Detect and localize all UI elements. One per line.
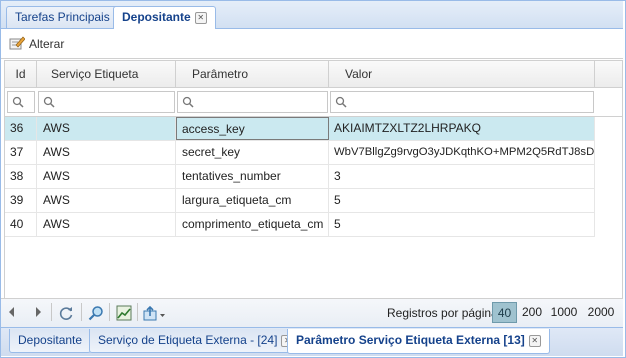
cell-parametro[interactable]: access_key [176, 117, 329, 140]
separator [109, 303, 110, 321]
tab-depositante[interactable]: Depositante ✕ [113, 6, 216, 29]
edit-button[interactable]: Alterar [9, 34, 64, 54]
tab-servico-etiqueta-externa[interactable]: Serviço de Etiqueta Externa - [24]✕ [89, 329, 303, 353]
cell-parametro: tentatives_number [176, 165, 329, 188]
edit-icon [9, 36, 25, 50]
column-header-label: Id [15, 67, 26, 81]
grid-header: Id Serviço Etiqueta Externa Parâmetro Va… [5, 61, 622, 107]
cell-servico: AWS [37, 117, 176, 140]
tab-parametro-servico-etiqueta-externa[interactable]: Parâmetro Serviço Etiqueta Externa [13] ✕ [287, 329, 550, 354]
page-size-option-2000[interactable]: 2000 [585, 302, 617, 323]
search-icon [335, 96, 347, 111]
cell-id: 36 [5, 117, 37, 140]
top-tab-bar: Tarefas Principais Depositante ✕ [1, 1, 623, 29]
column-header-label: Parâmetro [192, 67, 249, 81]
cell-id: 40 [5, 213, 37, 236]
table-row[interactable]: 36 AWS access_key AKIAIMTZXLTZ2LHRPAKQ [5, 117, 595, 141]
separator [137, 303, 138, 321]
next-page-icon[interactable] [33, 305, 43, 322]
cell-id: 37 [5, 141, 37, 164]
refresh-icon[interactable] [58, 305, 74, 324]
bottom-tab-bar: Depositante Serviço de Etiqueta Externa … [1, 327, 623, 356]
tab-label: Depositante [18, 333, 83, 347]
search-icon [182, 96, 194, 111]
column-header-servico[interactable]: Serviço Etiqueta Externa [37, 61, 176, 107]
table-row[interactable]: 38 AWS tentatives_number 3 [5, 165, 595, 189]
export-icon[interactable] [143, 305, 167, 324]
table-row[interactable]: 37 AWS secret_key WbV7BllgZg9rvgO3yJDKqt… [5, 141, 595, 165]
cell-valor: WbV7BllgZg9rvgO3yJDKqthKO+MPM2Q5RdTJ8sDl [329, 141, 595, 164]
cell-valor: 5 [329, 213, 595, 236]
filter-valor-input[interactable] [330, 91, 594, 113]
cell-servico: AWS [37, 189, 176, 212]
filter-row [5, 88, 622, 117]
cell-id: 39 [5, 189, 37, 212]
table-row[interactable]: 40 AWS comprimento_etiqueta_cm 5 [5, 213, 595, 237]
filter-parametro-input[interactable] [177, 91, 328, 113]
cell-valor: 5 [329, 189, 595, 212]
edit-button-label: Alterar [29, 37, 65, 51]
column-header-parametro[interactable]: Parâmetro [176, 61, 329, 87]
tab-label: Tarefas Principais [15, 10, 110, 24]
column-header-valor[interactable]: Valor [329, 61, 595, 87]
tab-label: Parâmetro Serviço Etiqueta Externa [13] [296, 333, 525, 347]
tab-depositante-bottom[interactable]: Depositante [9, 329, 92, 353]
cell-parametro: comprimento_etiqueta_cm [176, 213, 329, 236]
close-icon[interactable]: ✕ [528, 335, 541, 347]
close-icon[interactable]: ✕ [194, 12, 207, 24]
search-icon [12, 96, 24, 111]
search-icon[interactable] [88, 305, 104, 324]
table-row[interactable]: 39 AWS largura_etiqueta_cm 5 [5, 189, 595, 213]
separator [51, 303, 52, 321]
cell-valor: AKIAIMTZXLTZ2LHRPAKQ [329, 117, 595, 140]
chart-icon[interactable] [116, 305, 132, 324]
page-size-label: Registros por página: [387, 306, 502, 320]
data-grid: Id Serviço Etiqueta Externa Parâmetro Va… [4, 60, 623, 299]
column-header-id[interactable]: Id [5, 61, 37, 87]
tab-label: Serviço de Etiqueta Externa - [24] [98, 333, 278, 347]
paging-toolbar: Registros por página: 40 200 1000 2000 [1, 298, 623, 327]
filter-servico-input[interactable] [38, 91, 175, 113]
toolbar: Alterar [1, 30, 623, 59]
cell-valor: 3 [329, 165, 595, 188]
page-size-option-40[interactable]: 40 [492, 302, 517, 323]
filter-id-input[interactable] [7, 91, 35, 113]
separator [81, 303, 82, 321]
cell-servico: AWS [37, 213, 176, 236]
tab-tarefas-principais[interactable]: Tarefas Principais [6, 6, 119, 28]
cell-parametro: largura_etiqueta_cm [176, 189, 329, 212]
cell-id: 38 [5, 165, 37, 188]
cell-servico: AWS [37, 165, 176, 188]
cell-servico: AWS [37, 141, 176, 164]
tab-label: Depositante [122, 10, 191, 24]
page-size-option-200[interactable]: 200 [519, 302, 545, 323]
cell-parametro: secret_key [176, 141, 329, 164]
column-header-label: Valor [345, 67, 373, 81]
search-icon [43, 96, 55, 111]
previous-page-icon[interactable] [7, 305, 17, 322]
page-size-option-1000[interactable]: 1000 [548, 302, 580, 323]
